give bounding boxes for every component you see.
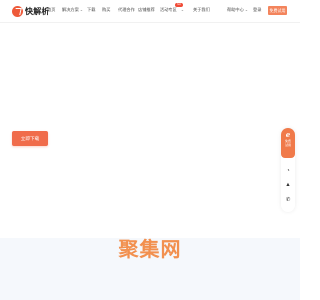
- chevron-down-icon: ⌄: [79, 7, 84, 12]
- nav-solutions[interactable]: 解决方案⌄: [62, 7, 83, 13]
- nav-buy[interactable]: 购买: [102, 7, 110, 13]
- free-trial-button[interactable]: 免费试用: [268, 6, 287, 15]
- nav-home[interactable]: 首页: [47, 7, 55, 13]
- floating-contact-panel: ℯ 免费 试用 ◔ ▲ ✆: [281, 128, 295, 212]
- nav-store[interactable]: 店铺推荐: [138, 7, 155, 13]
- nav-help-center[interactable]: 帮助中心⌄: [227, 7, 248, 13]
- float-trial-line2: 试用: [284, 142, 291, 147]
- hot-badge: hot: [175, 3, 183, 7]
- nav-download[interactable]: 下载: [87, 7, 95, 13]
- nav-promotions-label: 活动专区: [160, 7, 177, 12]
- float-free-trial[interactable]: ℯ 免费 试用: [281, 128, 295, 158]
- nav-agent[interactable]: 代理合作: [118, 7, 135, 13]
- chevron-down-icon: ⌄: [244, 7, 249, 12]
- nav-promotions[interactable]: 活动专区 ⌄: [160, 7, 184, 13]
- phone-icon[interactable]: ✆: [285, 197, 291, 203]
- logo-text: 快解析: [25, 7, 50, 16]
- login-link[interactable]: 登录: [253, 7, 261, 13]
- section-brand-title: 聚集网: [118, 239, 182, 261]
- nav-about[interactable]: 关于我们: [193, 7, 210, 13]
- logo-icon: [12, 6, 23, 17]
- logo[interactable]: 快解析: [12, 5, 50, 18]
- nav-help-label: 帮助中心: [227, 7, 244, 12]
- download-now-button[interactable]: 立即下载: [12, 131, 48, 146]
- chat-icon[interactable]: ▲: [285, 182, 291, 188]
- top-navigation-bar: 快解析 首页 解决方案⌄ 下载 购买 代理合作 店铺推荐 活动专区 ⌄ hot 关…: [0, 0, 300, 23]
- chevron-down-icon: ⌄: [180, 7, 185, 12]
- qq-icon[interactable]: ◔: [285, 168, 291, 174]
- nav-solutions-label: 解决方案: [62, 7, 79, 12]
